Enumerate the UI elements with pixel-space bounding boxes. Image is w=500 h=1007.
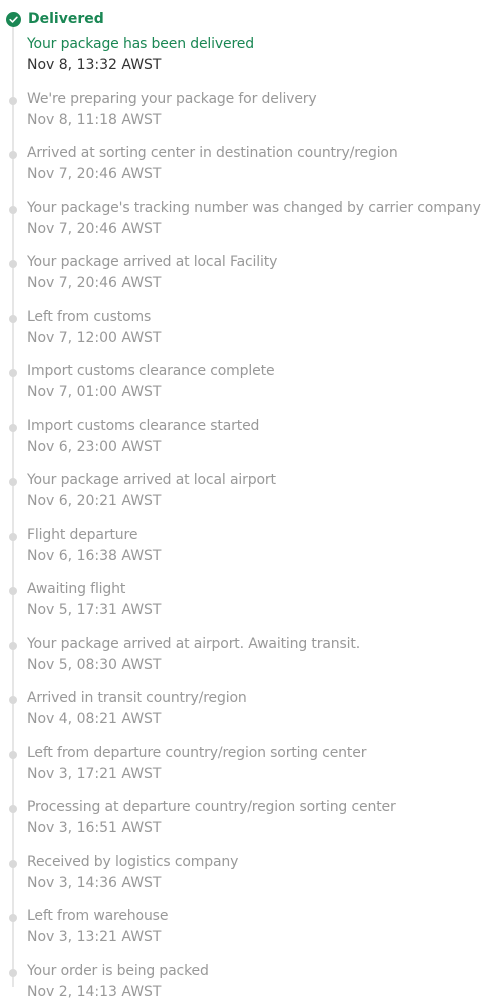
event-time: Nov 3, 14:36 AWST — [27, 875, 162, 891]
event-time: Nov 6, 20:21 AWST — [27, 493, 162, 509]
timeline-event: Your package arrived at local Facility No… — [0, 252, 500, 298]
timeline-event: Arrived at sorting center in destination… — [0, 143, 500, 189]
timeline-dot-icon — [9, 424, 17, 432]
timeline-dot-icon — [9, 97, 17, 105]
event-description: Flight departure — [27, 527, 138, 543]
event-description: Your package's tracking number was chang… — [27, 200, 481, 216]
timeline-event: Your order is being packed Nov 2, 14:13 A… — [0, 961, 500, 1007]
timeline-dot-icon — [9, 696, 17, 704]
event-description: Your package has been delivered — [27, 36, 254, 52]
event-description: Left from customs — [27, 309, 152, 325]
event-description: Import customs clearance complete — [27, 363, 275, 379]
timeline-event: Left from warehouse Nov 3, 13:21 AWST — [0, 906, 500, 952]
status-title: Delivered — [28, 11, 104, 27]
event-description: Left from departure country/region sorti… — [27, 745, 367, 761]
event-time: Nov 7, 01:00 AWST — [27, 384, 162, 400]
event-time: Nov 7, 20:46 AWST — [27, 166, 162, 182]
event-time: Nov 8, 13:32 AWST — [27, 57, 162, 73]
timeline-dot-icon — [9, 260, 17, 268]
event-description: Arrived in transit country/region — [27, 690, 247, 706]
event-description: Left from warehouse — [27, 908, 169, 924]
event-description: Your order is being packed — [27, 963, 209, 979]
event-time: Nov 4, 08:21 AWST — [27, 711, 162, 727]
timeline-dot-icon — [9, 805, 17, 813]
timeline-event: Your package arrived at local airport Nov… — [0, 470, 500, 516]
timeline-event: Received by logistics company Nov 3, 14:3… — [0, 852, 500, 898]
timeline-event: Left from customs Nov 7, 12:00 AWST — [0, 307, 500, 353]
timeline-event: Flight departure Nov 6, 16:38 AWST — [0, 525, 500, 571]
event-time: Nov 3, 16:51 AWST — [27, 820, 162, 836]
timeline-event: We're preparing your package for deliver… — [0, 89, 500, 135]
timeline-dot-icon — [9, 533, 17, 541]
timeline-event: Import customs clearance started Nov 6, 2… — [0, 416, 500, 462]
timeline-event: Import customs clearance complete Nov 7, … — [0, 361, 500, 407]
event-time: Nov 5, 17:31 AWST — [27, 602, 162, 618]
event-description: Arrived at sorting center in destination… — [27, 145, 398, 161]
event-time: Nov 5, 08:30 AWST — [27, 657, 162, 673]
timeline-dot-icon — [9, 315, 17, 323]
timeline-event: Your package has been delivered Nov 8, 13… — [0, 34, 500, 80]
event-description: We're preparing your package for deliver… — [27, 91, 317, 107]
event-description: Your package arrived at local Facility — [27, 254, 278, 270]
timeline-event: Arrived in transit country/region Nov 4, … — [0, 688, 500, 734]
event-description: Your package arrived at airport. Awaitin… — [27, 636, 361, 652]
timeline-event: Left from departure country/region sorti… — [0, 743, 500, 789]
timeline-dot-icon — [9, 369, 17, 377]
event-time: Nov 7, 12:00 AWST — [27, 330, 162, 346]
event-time: Nov 3, 17:21 AWST — [27, 766, 162, 782]
timeline-event: Awaiting flight Nov 5, 17:31 AWST — [0, 579, 500, 625]
timeline-event: Your package arrived at airport. Awaitin… — [0, 634, 500, 680]
timeline-event: Your package's tracking number was chang… — [0, 198, 500, 244]
timeline-dot-icon — [9, 914, 17, 922]
event-description: Processing at departure country/region s… — [27, 799, 396, 815]
timeline-dot-icon — [9, 151, 17, 159]
event-description: Awaiting flight — [27, 581, 126, 597]
timeline-dot-icon — [9, 206, 17, 214]
event-time: Nov 8, 11:18 AWST — [27, 112, 162, 128]
check-circle-icon — [6, 11, 21, 27]
timeline-dot-icon — [9, 587, 17, 595]
timeline-event: Processing at departure country/region s… — [0, 797, 500, 843]
timeline-dot-icon — [9, 751, 17, 759]
status-header: Delivered — [6, 9, 104, 29]
timeline-dot-icon — [9, 860, 17, 868]
event-time: Nov 7, 20:46 AWST — [27, 275, 162, 291]
event-time: Nov 6, 16:38 AWST — [27, 548, 162, 564]
event-time: Nov 2, 14:13 AWST — [27, 984, 162, 1000]
event-time: Nov 6, 23:00 AWST — [27, 439, 162, 455]
tracking-timeline: Delivered Your package has been delivere… — [0, 0, 500, 1007]
event-description: Import customs clearance started — [27, 418, 260, 434]
event-description: Received by logistics company — [27, 854, 239, 870]
timeline-dot-icon — [9, 969, 17, 977]
event-description: Your package arrived at local airport — [27, 472, 276, 488]
event-time: Nov 7, 20:46 AWST — [27, 221, 162, 237]
timeline-dot-icon — [9, 478, 17, 486]
event-time: Nov 3, 13:21 AWST — [27, 929, 162, 945]
timeline-dot-icon — [9, 642, 17, 650]
